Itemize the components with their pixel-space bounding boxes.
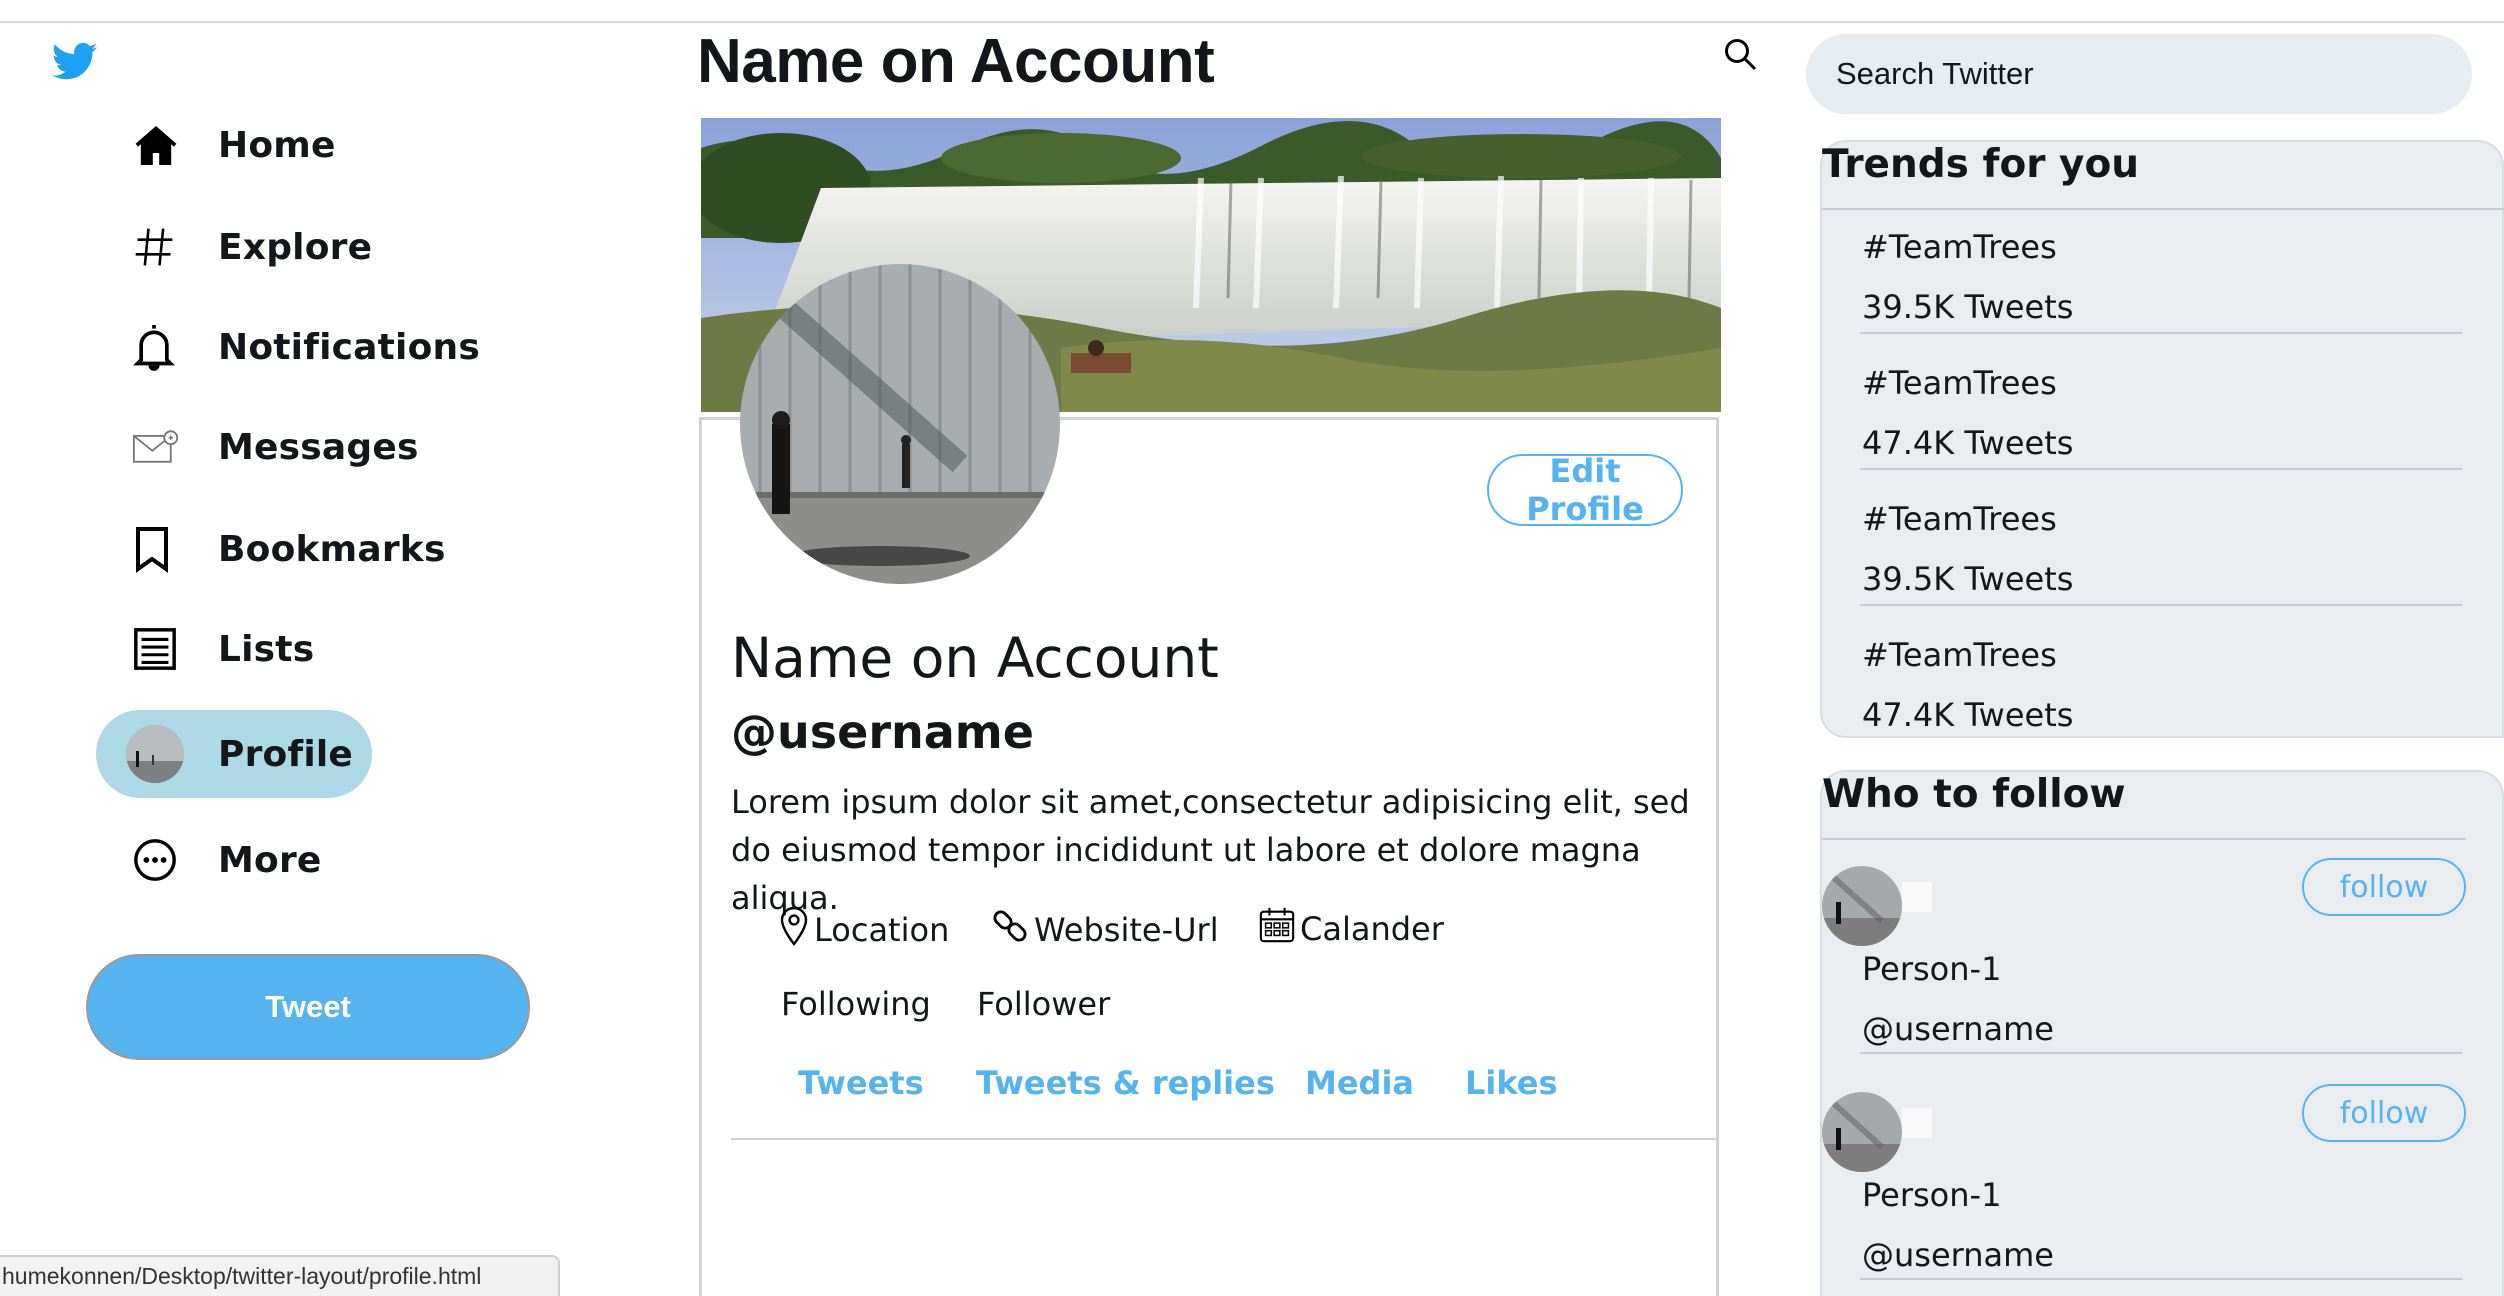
home-icon bbox=[96, 121, 218, 169]
sidebar-item-label: Home bbox=[218, 124, 336, 166]
page-title: Name on Account bbox=[697, 27, 1215, 96]
sidebar-item-more[interactable]: More bbox=[96, 816, 322, 904]
avatar[interactable] bbox=[1822, 1092, 1902, 1172]
sidebar: Home Explore Notifications Messages Book… bbox=[0, 0, 600, 1296]
bookmark-icon bbox=[96, 525, 218, 573]
person-handle: @username bbox=[1862, 1236, 2054, 1274]
profile-bio: Lorem ipsum dolor sit amet,consectetur a… bbox=[731, 783, 1690, 917]
trend-tag[interactable]: #TeamTrees bbox=[1862, 228, 2057, 266]
trend-tag[interactable]: #TeamTrees bbox=[1862, 636, 2057, 674]
profile-website[interactable]: Website-Url bbox=[990, 906, 1219, 954]
sidebar-item-label: Messages bbox=[218, 426, 419, 468]
trends-title: Trends for you bbox=[1822, 142, 2140, 187]
twitter-logo-icon[interactable] bbox=[52, 42, 102, 86]
sidebar-item-profile[interactable]: Profile bbox=[96, 710, 372, 798]
follower-count[interactable]: Follower bbox=[977, 985, 1110, 1023]
website-link[interactable]: Website-Url bbox=[1034, 911, 1219, 949]
profile-handle: @username bbox=[731, 705, 1034, 759]
sidebar-item-label: Notifications bbox=[218, 326, 480, 368]
calendar-text: Calander bbox=[1300, 910, 1444, 948]
trend-count: 47.4K Tweets bbox=[1862, 424, 2074, 462]
search-input[interactable]: Search Twitter bbox=[1806, 34, 2472, 114]
sidebar-item-messages[interactable]: Messages bbox=[96, 403, 419, 491]
person-handle: @username bbox=[1862, 1010, 2054, 1048]
link-icon bbox=[990, 906, 1034, 954]
who-to-follow-panel: Who to follow follow Person-1 @username … bbox=[1820, 770, 2504, 1296]
trend-count: 39.5K Tweets bbox=[1862, 560, 2074, 598]
divider bbox=[1860, 604, 2462, 606]
location-text: Location bbox=[814, 911, 950, 949]
who-to-follow-title: Who to follow bbox=[1822, 772, 2126, 817]
tabs-divider bbox=[731, 1138, 1719, 1140]
divider bbox=[1860, 1278, 2462, 1280]
search-icon[interactable] bbox=[1722, 36, 1758, 72]
divider bbox=[1860, 1052, 2462, 1054]
trend-count: 47.4K Tweets bbox=[1862, 696, 2074, 734]
avatar-image-placeholder bbox=[1902, 882, 1932, 912]
location-pin-icon bbox=[778, 906, 814, 954]
sidebar-item-label: Bookmarks bbox=[218, 528, 446, 570]
trend-count: 39.5K Tweets bbox=[1862, 288, 2074, 326]
bell-icon bbox=[96, 321, 218, 373]
tab-media[interactable]: Media bbox=[1305, 1064, 1414, 1102]
tab-likes[interactable]: Likes bbox=[1465, 1064, 1558, 1102]
list-icon bbox=[96, 626, 218, 672]
avatar[interactable] bbox=[1822, 866, 1902, 946]
calendar-icon bbox=[1258, 906, 1300, 952]
hashtag-icon bbox=[96, 225, 218, 269]
edit-profile-button[interactable]: Edit Profile bbox=[1487, 452, 1683, 528]
divider bbox=[1860, 332, 2462, 334]
more-icon bbox=[96, 837, 218, 883]
trends-panel: Trends for you #TeamTrees 39.5K Tweets #… bbox=[1820, 140, 2504, 738]
divider bbox=[1822, 838, 2466, 840]
sidebar-item-label: More bbox=[218, 839, 322, 881]
profile-joined: Calander bbox=[1258, 906, 1444, 952]
person-name[interactable]: Person-1 bbox=[1862, 950, 2001, 988]
divider bbox=[1822, 208, 2504, 210]
avatar-image-placeholder bbox=[1902, 1108, 1932, 1138]
divider bbox=[1860, 468, 2462, 470]
profile-location: Location bbox=[778, 906, 949, 954]
sidebar-item-notifications[interactable]: Notifications bbox=[96, 303, 480, 391]
browser-status-bar: humekonnen/Desktop/twitter-layout/profil… bbox=[0, 1255, 560, 1296]
sidebar-item-label: Profile bbox=[218, 733, 354, 775]
trend-tag[interactable]: #TeamTrees bbox=[1862, 364, 2057, 402]
tab-tweets-replies[interactable]: Tweets & replies bbox=[976, 1064, 1275, 1102]
following-count[interactable]: Following bbox=[781, 985, 931, 1023]
sidebar-item-label: Explore bbox=[218, 226, 373, 268]
avatar bbox=[96, 725, 218, 783]
sidebar-item-bookmarks[interactable]: Bookmarks bbox=[96, 505, 446, 593]
follow-button[interactable]: follow bbox=[2302, 1084, 2466, 1142]
profile-display-name: Name on Account bbox=[731, 626, 1219, 690]
sidebar-item-label: Lists bbox=[218, 628, 315, 670]
envelope-icon bbox=[96, 427, 218, 467]
sidebar-item-explore[interactable]: Explore bbox=[96, 203, 372, 291]
sidebar-item-home[interactable]: Home bbox=[96, 101, 336, 189]
tweet-button[interactable]: Tweet bbox=[86, 954, 530, 1060]
sidebar-item-lists[interactable]: Lists bbox=[96, 605, 314, 693]
follow-button[interactable]: follow bbox=[2302, 858, 2466, 916]
trend-tag[interactable]: #TeamTrees bbox=[1862, 500, 2057, 538]
tab-tweets[interactable]: Tweets bbox=[798, 1064, 924, 1102]
profile-avatar[interactable] bbox=[740, 264, 1060, 584]
person-name[interactable]: Person-1 bbox=[1862, 1176, 2001, 1214]
